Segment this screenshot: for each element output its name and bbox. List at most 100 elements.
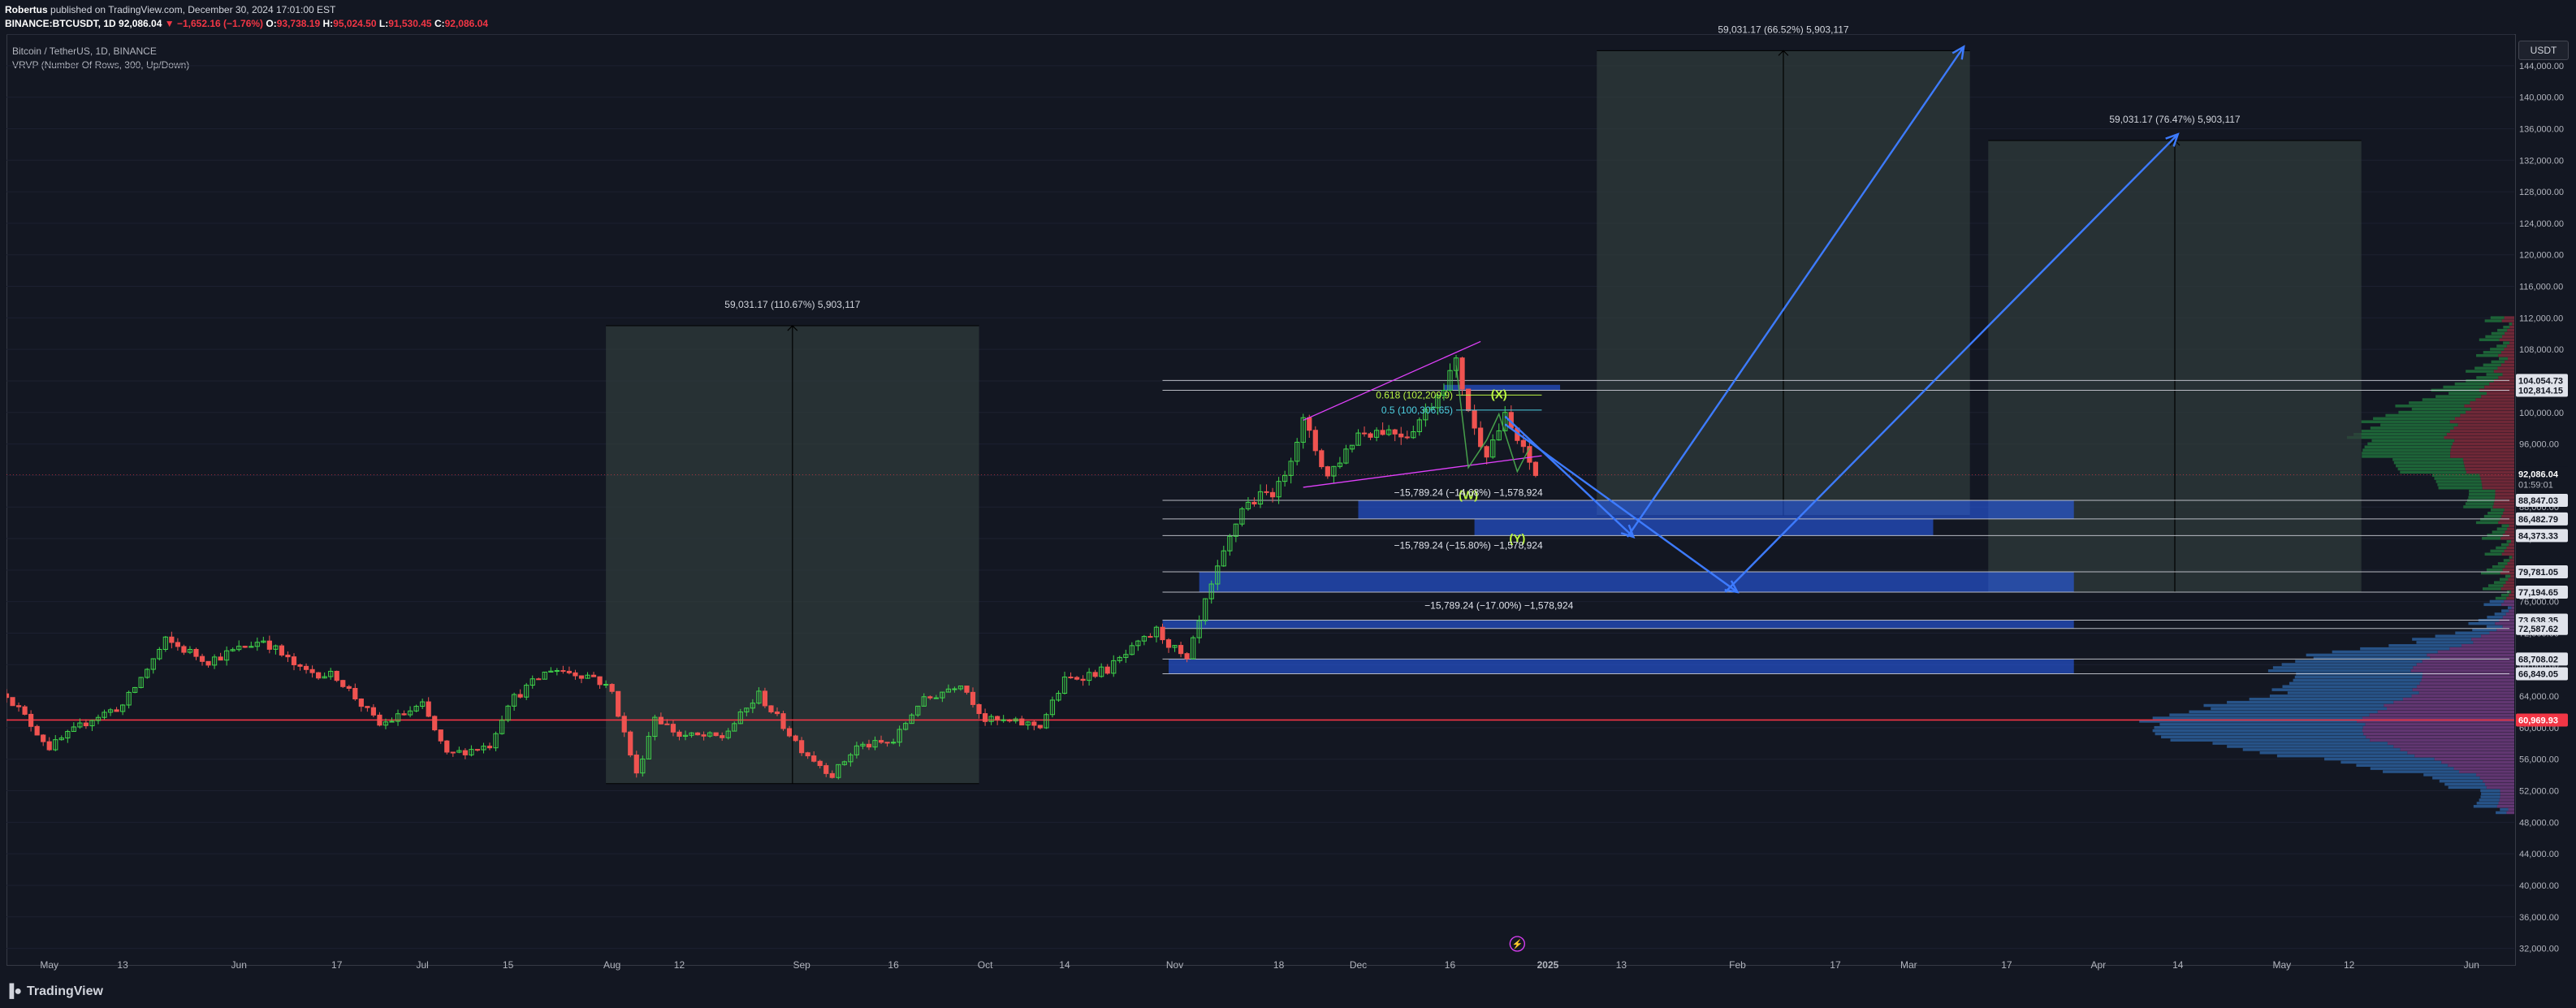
vp-bar-up bbox=[2362, 455, 2451, 458]
candle-body bbox=[628, 731, 633, 756]
vp-bar-down bbox=[2501, 514, 2514, 518]
candle-body bbox=[829, 772, 835, 778]
candle-body bbox=[266, 640, 272, 650]
tradingview-logo[interactable]: ▐● TradingView bbox=[5, 984, 103, 999]
vp-bar-down bbox=[2495, 621, 2514, 625]
vp-bar-down bbox=[2448, 764, 2514, 768]
vp-bar-up bbox=[2169, 713, 2370, 716]
vp-bar-up bbox=[2486, 373, 2503, 376]
x-tick-label-2: Jun bbox=[231, 959, 247, 971]
vp-bar-up bbox=[2411, 407, 2471, 411]
vp-bar-down bbox=[2495, 495, 2514, 500]
y-tick-label-6: 56,000.00 bbox=[2519, 755, 2559, 765]
vp-bar-up bbox=[2479, 338, 2500, 342]
vp-bar-up bbox=[2203, 703, 2384, 707]
vp-bar-down bbox=[2434, 757, 2514, 761]
chart-canvas[interactable]: 59,031.17 (110.67%) 5,903,117 59,031.17 (… bbox=[0, 0, 2576, 1008]
x-tick-label-4: Jul bbox=[416, 959, 428, 971]
x-tick-label-23: 14 bbox=[2172, 959, 2184, 971]
candle-body bbox=[426, 701, 431, 717]
vp-bar-down bbox=[2387, 742, 2514, 745]
candle-body bbox=[621, 716, 627, 733]
vp-bar-down bbox=[2487, 392, 2514, 396]
x-tick-label-9: 16 bbox=[888, 959, 899, 971]
vp-bar-up bbox=[2500, 543, 2509, 547]
vp-bar-up bbox=[2501, 524, 2509, 528]
candle-body bbox=[1031, 721, 1037, 726]
vp-bar-down bbox=[2501, 603, 2514, 607]
vp-bar-down bbox=[2498, 376, 2514, 379]
x-tick-label-22: Apr bbox=[2091, 959, 2107, 971]
candle-body bbox=[573, 672, 578, 677]
candle-body bbox=[193, 648, 199, 657]
vp-bar-down bbox=[2502, 625, 2514, 629]
vp-bar-up bbox=[2469, 489, 2496, 493]
y-tick-label-1: 36,000.00 bbox=[2519, 913, 2559, 923]
vp-bar-up bbox=[2332, 650, 2438, 654]
vp-bar-up bbox=[2490, 348, 2505, 351]
vp-bar-down bbox=[2508, 578, 2514, 582]
vp-bar-down bbox=[2511, 606, 2514, 609]
candle-body bbox=[774, 711, 780, 715]
candle-body bbox=[340, 680, 346, 687]
vp-bar-down bbox=[2362, 716, 2514, 720]
x-tick-label-11: 14 bbox=[1059, 959, 1070, 971]
x-tick-label-5: 15 bbox=[503, 959, 514, 971]
vp-bar-down bbox=[2505, 612, 2514, 616]
vp-bar-up bbox=[2484, 319, 2502, 322]
candle-body bbox=[28, 713, 34, 727]
candle-body bbox=[486, 746, 493, 749]
zone-2 bbox=[1474, 518, 1934, 536]
vp-bar-down bbox=[2505, 565, 2514, 569]
y-tick-label-23: 124,000.00 bbox=[2519, 219, 2564, 229]
vp-bar-down bbox=[2498, 521, 2514, 525]
vp-bar-up bbox=[2395, 404, 2465, 408]
candle-body bbox=[462, 750, 468, 755]
vp-bar-up bbox=[2448, 392, 2487, 396]
vp-bar-up bbox=[2170, 738, 2371, 742]
vp-bar-up bbox=[2483, 603, 2502, 607]
vp-bar-down bbox=[2407, 751, 2514, 755]
vp-bar-up bbox=[2155, 732, 2364, 736]
vp-bar-up bbox=[2370, 767, 2454, 770]
vp-bar-down bbox=[2499, 338, 2514, 342]
candle-body bbox=[780, 713, 786, 729]
vp-bar-down bbox=[2509, 609, 2514, 612]
vp-bar-up bbox=[2499, 578, 2509, 582]
candle-body bbox=[1068, 677, 1074, 679]
vp-bar-down bbox=[2454, 417, 2514, 421]
vp-bar-up bbox=[2485, 335, 2503, 339]
vp-bar-down bbox=[2502, 568, 2514, 572]
candle-body bbox=[995, 716, 1001, 721]
vp-bar-down bbox=[2422, 660, 2514, 663]
vp-bar-up bbox=[2152, 729, 2362, 733]
x-tick-label-12: Nov bbox=[1166, 959, 1183, 971]
candle-body bbox=[352, 687, 358, 700]
vp-bar-down bbox=[2506, 344, 2514, 348]
vp-bar-up bbox=[2496, 527, 2508, 530]
vp-bar-up bbox=[2491, 331, 2505, 335]
candle-body bbox=[297, 664, 303, 667]
vp-bar-up bbox=[2385, 413, 2461, 417]
vp-bar-up bbox=[2154, 725, 2363, 729]
candle-body bbox=[346, 686, 352, 689]
candle-body bbox=[560, 670, 566, 673]
price-badge-label-11: 60,969.93 bbox=[2518, 716, 2558, 725]
vp-bar-up bbox=[2480, 795, 2500, 798]
vp-bar-up bbox=[2412, 638, 2472, 641]
vp-bar-up bbox=[2295, 660, 2423, 663]
candle-body bbox=[377, 714, 383, 726]
vp-bar-up bbox=[2490, 508, 2505, 512]
vp-bar-up bbox=[2482, 537, 2501, 540]
candle-body bbox=[1148, 636, 1153, 638]
candle-body bbox=[536, 678, 542, 681]
vp-bar-up bbox=[2227, 745, 2394, 748]
candle-body bbox=[597, 676, 603, 686]
vp-bar-up bbox=[2276, 754, 2415, 758]
vp-bar-up bbox=[2475, 521, 2499, 525]
vp-bar-down bbox=[2479, 777, 2514, 780]
candle-body bbox=[664, 723, 670, 725]
candle-body bbox=[474, 749, 481, 751]
x-tick-label-7: 12 bbox=[674, 959, 685, 971]
vp-bar-up bbox=[2281, 663, 2417, 666]
